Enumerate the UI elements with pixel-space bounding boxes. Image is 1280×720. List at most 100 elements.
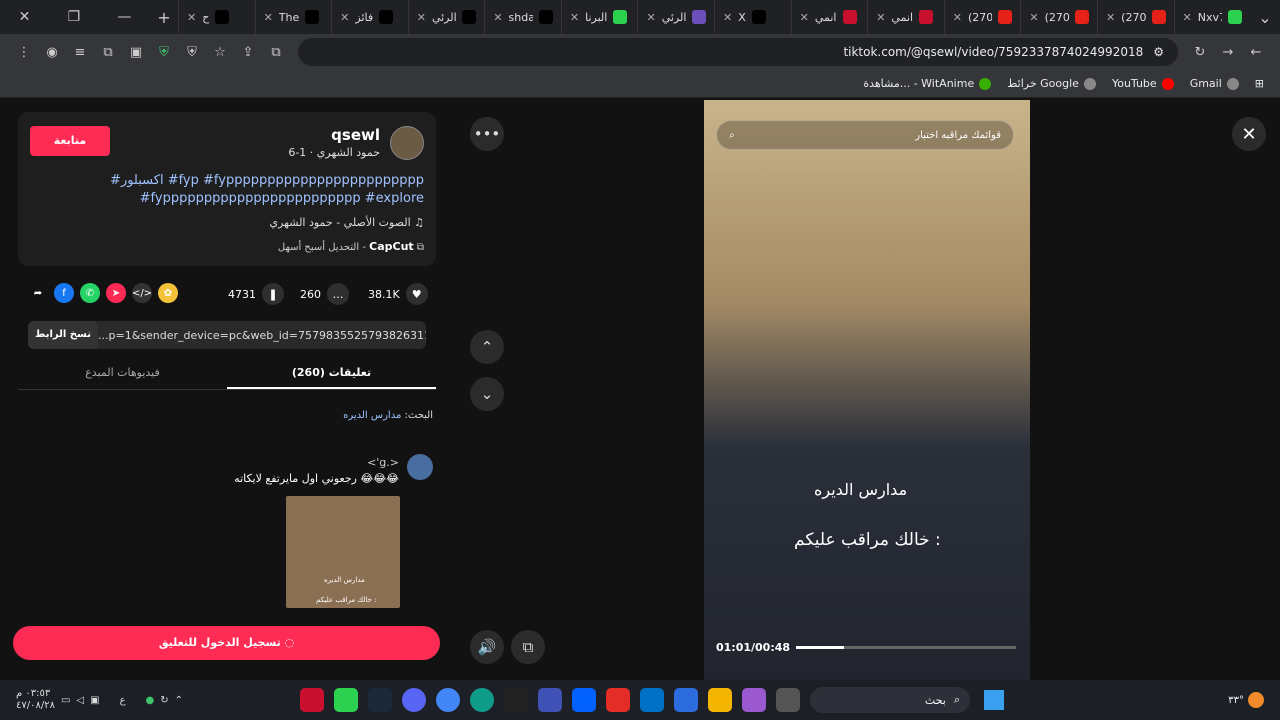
browser-tab[interactable]: ✕ shda (484, 0, 561, 34)
sync-icon[interactable]: ↻ (160, 695, 168, 706)
facebook-icon[interactable]: f (54, 283, 74, 303)
next-video-button[interactable]: ⌄ (470, 377, 504, 411)
edge-icon[interactable] (470, 688, 494, 712)
send-icon[interactable]: ➤ (106, 283, 126, 303)
previous-video-button[interactable]: ⌃ (470, 330, 504, 364)
battery-icon[interactable]: ▭ (61, 695, 70, 706)
embed-icon[interactable]: </> (132, 283, 152, 303)
app-icon[interactable] (538, 688, 562, 712)
network-icon[interactable]: ▣ (90, 695, 99, 706)
menu-dots-icon[interactable]: ⋮ (10, 45, 38, 60)
browser-tab[interactable]: ✕ The (254, 0, 332, 34)
comment-avatar[interactable] (407, 454, 433, 480)
taskbar-search[interactable]: بحث ⌕ (810, 687, 970, 713)
clock[interactable]: ٠٣:٥٣ م ٤٧/٠٨/٢٨ (16, 688, 55, 712)
tab-search-icon[interactable]: ⌄ (1250, 8, 1280, 27)
bookmark-gmail[interactable]: Gmail (1190, 77, 1239, 90)
comment-username[interactable]: <'g.> (367, 456, 399, 469)
store-icon[interactable] (674, 688, 698, 712)
browser-tab[interactable]: ✕ (270 (943, 0, 1021, 34)
reload-icon[interactable]: ↻ (1186, 45, 1214, 60)
restore-window-icon[interactable]: ❐ (68, 9, 81, 25)
avatar[interactable] (390, 126, 424, 160)
close-tab-icon[interactable]: ✕ (340, 11, 349, 24)
login-to-comment-button[interactable]: تسجيل الدخول للتعليق ◌ (13, 626, 440, 660)
browser-tab[interactable]: ✕ Nxv7 (1173, 0, 1250, 34)
capcut-link[interactable]: التحديل أسبح أسهل - CapCut ⧉ (278, 240, 424, 253)
browser-tab[interactable]: ✕ (270 (1020, 0, 1097, 34)
copy-link-button[interactable]: نسخ الرابط (28, 321, 98, 349)
browser-tab[interactable]: ✕ الرئي (637, 0, 714, 34)
bookmark-maps[interactable]: خرائط Google (1007, 77, 1096, 90)
mail-icon[interactable] (640, 688, 664, 712)
close-window-icon[interactable]: ✕ (19, 9, 31, 25)
friends-icon[interactable]: ✿ (158, 283, 178, 303)
likes-count[interactable]: 38.1K ♥ (368, 283, 428, 305)
more-options-icon[interactable]: ••• (470, 117, 504, 151)
mic-icon[interactable]: ● (146, 695, 155, 706)
tab-comments[interactable]: تعليقات (260) (227, 358, 436, 389)
bookmark-youtube[interactable]: YouTube (1112, 77, 1174, 90)
windows-start-icon[interactable] (984, 690, 1004, 710)
shield-icon[interactable]: ⛨ (150, 45, 178, 60)
close-tab-icon[interactable]: ✕ (493, 11, 502, 24)
browser-tab[interactable]: ✕ فائز (331, 0, 408, 34)
app-icon[interactable] (334, 688, 358, 712)
star-icon[interactable]: ☆ (206, 45, 234, 60)
language-indicator[interactable]: ع (120, 695, 126, 706)
volume-icon[interactable]: 🔊 (470, 630, 504, 664)
browser-tab[interactable]: ✕ الرئي (407, 0, 485, 34)
search-suggestion[interactable]: البحث: مدارس الديره (343, 410, 433, 421)
browser-tab[interactable]: ✕ ح (178, 0, 255, 34)
saves-count[interactable]: 4731 ❚ (228, 283, 284, 305)
music-link[interactable]: الصوت الأصلي - حمود الشهري ♫ (270, 216, 425, 229)
url-field[interactable]: tiktok.com/@qsewl/video/7592337874024992… (298, 38, 1178, 66)
picture-in-picture-icon[interactable]: ⧉ (511, 630, 545, 664)
epic-games-icon[interactable] (504, 688, 528, 712)
hashtags[interactable]: #اكسبلور #fyp #fyppppppppppppppppppppppp… (30, 172, 424, 208)
whatsapp-icon[interactable]: ✆ (80, 283, 100, 303)
browser-tab[interactable]: ✕ X (714, 0, 791, 34)
minimize-window-icon[interactable]: — (117, 9, 131, 25)
share-arrow-icon[interactable]: ➦ (28, 283, 48, 303)
discord-icon[interactable] (402, 688, 426, 712)
video-player[interactable]: ⌕ قوائمك مراقبه اختبار مدارس الديره خالك… (704, 100, 1030, 680)
close-tab-icon[interactable]: ✕ (187, 11, 196, 24)
steam-icon[interactable] (368, 688, 392, 712)
new-tab-button[interactable]: + (150, 8, 178, 27)
copilot-icon[interactable] (742, 688, 766, 712)
back-icon[interactable]: ← (1242, 45, 1270, 60)
close-tab-icon[interactable]: ✕ (1029, 11, 1038, 24)
close-tab-icon[interactable]: ✕ (570, 11, 579, 24)
translate-icon[interactable]: ⧉ (262, 45, 290, 60)
weather-widget[interactable]: ٣٣° (1228, 692, 1264, 708)
bookmark-witanime[interactable]: مشاهدة... - WitAnime (863, 77, 992, 90)
video-progress-bar[interactable] (796, 646, 1016, 649)
tab-creator-videos[interactable]: فيديوهات المبدع (18, 358, 227, 389)
close-icon[interactable]: ✕ (1232, 117, 1266, 151)
close-tab-icon[interactable]: ✕ (1106, 11, 1115, 24)
dropbox-icon[interactable] (572, 688, 596, 712)
username[interactable]: qsewl (331, 126, 380, 144)
security-icon[interactable]: ⛨ (178, 45, 206, 60)
close-tab-icon[interactable]: ✕ (417, 11, 426, 24)
extension-icon-2[interactable]: ▣ (122, 45, 150, 60)
browser-tab[interactable]: ✕ البرنا (560, 0, 638, 34)
speaker-icon[interactable]: ◁ (76, 695, 84, 706)
app-icon[interactable] (300, 688, 324, 712)
playlist-icon[interactable]: ≡ (66, 45, 94, 60)
apps-grid-icon[interactable]: ⊞ (1255, 77, 1264, 90)
browser-tab[interactable]: ✕ (270 (1096, 0, 1174, 34)
comments-count[interactable]: 260… (300, 283, 349, 305)
close-tab-icon[interactable]: ✕ (646, 11, 655, 24)
folder-icon[interactable] (708, 688, 732, 712)
browser-tab[interactable]: ✕ انمي (867, 0, 944, 34)
puzzle-icon[interactable]: ⧉ (94, 45, 122, 60)
tray-chevron-icon[interactable]: ⌃ (175, 695, 183, 706)
close-tab-icon[interactable]: ✕ (264, 11, 273, 24)
site-settings-icon[interactable]: ⚙ (1153, 45, 1164, 59)
forward-icon[interactable]: → (1214, 45, 1242, 60)
task-view-icon[interactable] (776, 688, 800, 712)
close-tab-icon[interactable]: ✕ (723, 11, 732, 24)
share-page-icon[interactable]: ⇪ (234, 45, 262, 60)
